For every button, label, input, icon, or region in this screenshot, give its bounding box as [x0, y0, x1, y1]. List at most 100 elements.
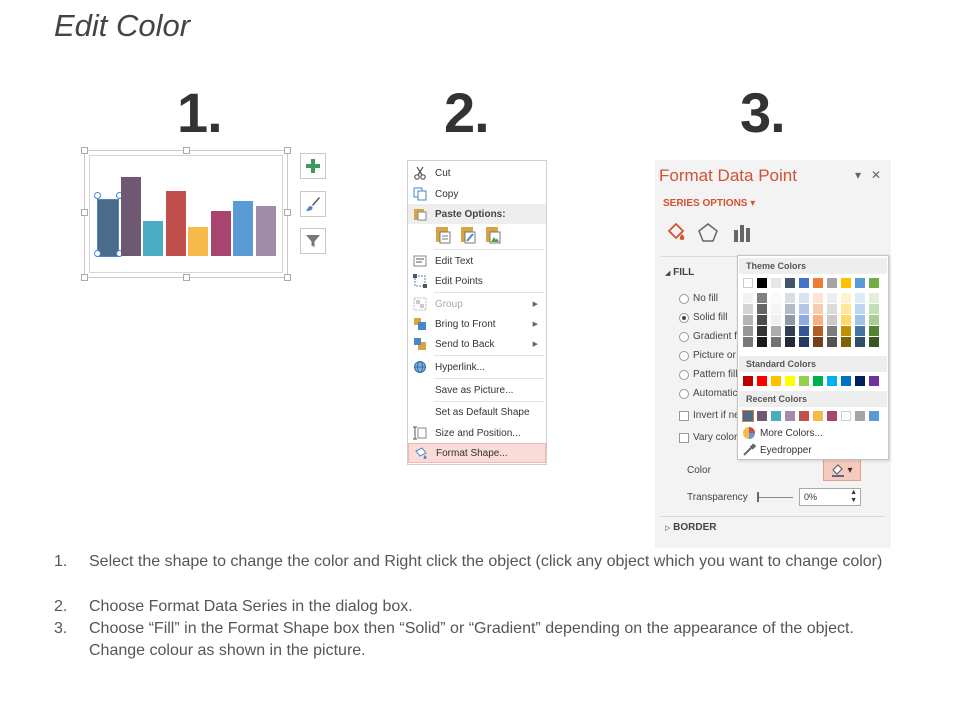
theme-color-swatch[interactable]: [855, 278, 865, 288]
radio-button[interactable]: [679, 388, 689, 399]
radio-button[interactable]: [679, 350, 689, 361]
fill-color-button[interactable]: ▾: [823, 459, 861, 481]
chart-bar[interactable]: [233, 201, 253, 256]
theme-color-shade-swatch[interactable]: [743, 304, 753, 314]
theme-color-shade-swatch[interactable]: [785, 337, 795, 347]
theme-color-shade-swatch[interactable]: [757, 326, 767, 336]
recent-color-swatch[interactable]: [799, 411, 809, 421]
automatic-radio[interactable]: Automatic: [679, 388, 737, 399]
solid-fill-radio[interactable]: Solid fill: [679, 312, 727, 323]
chart-bar[interactable]: [188, 227, 208, 256]
chart-bar[interactable]: [143, 221, 163, 256]
theme-color-shade-swatch[interactable]: [827, 337, 837, 347]
theme-color-swatch[interactable]: [813, 278, 823, 288]
theme-color-shade-swatch[interactable]: [813, 304, 823, 314]
checkbox[interactable]: [679, 410, 689, 421]
recent-color-swatch[interactable]: [757, 411, 767, 421]
standard-color-swatch[interactable]: [743, 376, 753, 386]
theme-color-shade-swatch[interactable]: [771, 326, 781, 336]
resize-handle[interactable]: [183, 147, 190, 154]
theme-color-shade-swatch[interactable]: [841, 315, 851, 325]
paste-destination-theme-icon[interactable]: [459, 225, 477, 245]
theme-color-shade-swatch[interactable]: [757, 337, 767, 347]
recent-color-swatch[interactable]: [855, 411, 865, 421]
theme-color-swatch[interactable]: [841, 278, 851, 288]
theme-color-shade-swatch[interactable]: [771, 304, 781, 314]
theme-color-shade-swatch[interactable]: [771, 293, 781, 303]
theme-color-shade-swatch[interactable]: [799, 304, 809, 314]
menu-item-save-as-picture[interactable]: Save as Picture...: [408, 380, 546, 400]
theme-color-shade-swatch[interactable]: [757, 315, 767, 325]
theme-color-shade-swatch[interactable]: [841, 293, 851, 303]
theme-color-shade-swatch[interactable]: [827, 304, 837, 314]
menu-item-hyperlink[interactable]: Hyperlink...: [408, 357, 546, 377]
theme-color-shade-swatch[interactable]: [785, 293, 795, 303]
menu-item-format-shape[interactable]: Format Shape...: [408, 443, 546, 463]
theme-color-shade-swatch[interactable]: [743, 326, 753, 336]
theme-color-shade-swatch[interactable]: [841, 326, 851, 336]
chart-styles-button[interactable]: [300, 191, 326, 217]
chart-bar[interactable]: [165, 191, 186, 256]
theme-color-shade-swatch[interactable]: [869, 315, 879, 325]
menu-item-set-default-shape[interactable]: Set as Default Shape: [408, 402, 546, 422]
theme-color-shade-swatch[interactable]: [869, 304, 879, 314]
theme-color-shade-swatch[interactable]: [813, 315, 823, 325]
theme-color-shade-swatch[interactable]: [813, 326, 823, 336]
theme-color-swatch[interactable]: [827, 278, 837, 288]
resize-handle[interactable]: [284, 209, 291, 216]
fill-line-tab-icon[interactable]: [665, 222, 687, 244]
more-colors-item[interactable]: More Colors...: [742, 426, 823, 440]
menu-item-edit-points[interactable]: Edit Points: [408, 271, 546, 291]
theme-color-shade-swatch[interactable]: [799, 337, 809, 347]
theme-color-shade-swatch[interactable]: [785, 304, 795, 314]
chart-bar[interactable]: [255, 206, 276, 256]
theme-color-shade-swatch[interactable]: [827, 315, 837, 325]
menu-item-cut[interactable]: Cut: [408, 163, 546, 183]
radio-button[interactable]: [679, 293, 689, 304]
eyedropper-item[interactable]: Eyedropper: [742, 443, 812, 457]
pattern-fill-radio[interactable]: Pattern fill: [679, 369, 737, 380]
standard-color-swatch[interactable]: [757, 376, 767, 386]
theme-color-shade-swatch[interactable]: [743, 293, 753, 303]
theme-color-shade-swatch[interactable]: [743, 315, 753, 325]
resize-handle[interactable]: [81, 147, 88, 154]
theme-color-shade-swatch[interactable]: [855, 326, 865, 336]
theme-color-shade-swatch[interactable]: [827, 326, 837, 336]
theme-color-swatch[interactable]: [785, 278, 795, 288]
standard-color-swatch[interactable]: [827, 376, 837, 386]
transparency-slider-handle[interactable]: [757, 492, 759, 502]
theme-color-shade-swatch[interactable]: [869, 337, 879, 347]
resize-handle[interactable]: [183, 274, 190, 281]
transparency-slider-track[interactable]: [757, 497, 793, 498]
paste-keep-formatting-icon[interactable]: [434, 225, 452, 245]
radio-button[interactable]: [679, 331, 689, 342]
theme-color-swatch[interactable]: [799, 278, 809, 288]
theme-color-shade-swatch[interactable]: [855, 315, 865, 325]
theme-color-shade-swatch[interactable]: [785, 315, 795, 325]
standard-color-swatch[interactable]: [841, 376, 851, 386]
recent-color-swatch[interactable]: [869, 411, 879, 421]
chart-bar[interactable]: [120, 177, 141, 256]
recent-color-swatch[interactable]: [827, 411, 837, 421]
theme-color-swatch[interactable]: [869, 278, 879, 288]
gradient-fill-radio[interactable]: Gradient fill: [679, 331, 744, 342]
standard-color-swatch[interactable]: [813, 376, 823, 386]
menu-item-copy[interactable]: Copy: [408, 184, 546, 204]
radio-button[interactable]: [679, 369, 689, 380]
theme-color-swatch[interactable]: [743, 278, 753, 288]
recent-color-swatch[interactable]: [742, 410, 754, 422]
theme-color-swatch[interactable]: [771, 278, 781, 288]
menu-item-send-to-back[interactable]: Send to Back ▶: [408, 334, 546, 354]
pane-options-dropdown-icon[interactable]: ▾: [855, 168, 861, 182]
menu-item-group[interactable]: Group ▶: [408, 294, 546, 314]
transparency-input[interactable]: 0% ▲ ▼: [799, 488, 861, 506]
theme-color-shade-swatch[interactable]: [855, 293, 865, 303]
theme-color-shade-swatch[interactable]: [855, 337, 865, 347]
series-options-dropdown[interactable]: SERIES OPTIONS ▾: [663, 198, 755, 209]
theme-color-shade-swatch[interactable]: [799, 293, 809, 303]
selection-handle[interactable]: [94, 192, 101, 199]
menu-item-bring-to-front[interactable]: Bring to Front ▶: [408, 314, 546, 334]
resize-handle[interactable]: [81, 274, 88, 281]
radio-button-selected[interactable]: [679, 312, 689, 323]
theme-color-shade-swatch[interactable]: [827, 293, 837, 303]
